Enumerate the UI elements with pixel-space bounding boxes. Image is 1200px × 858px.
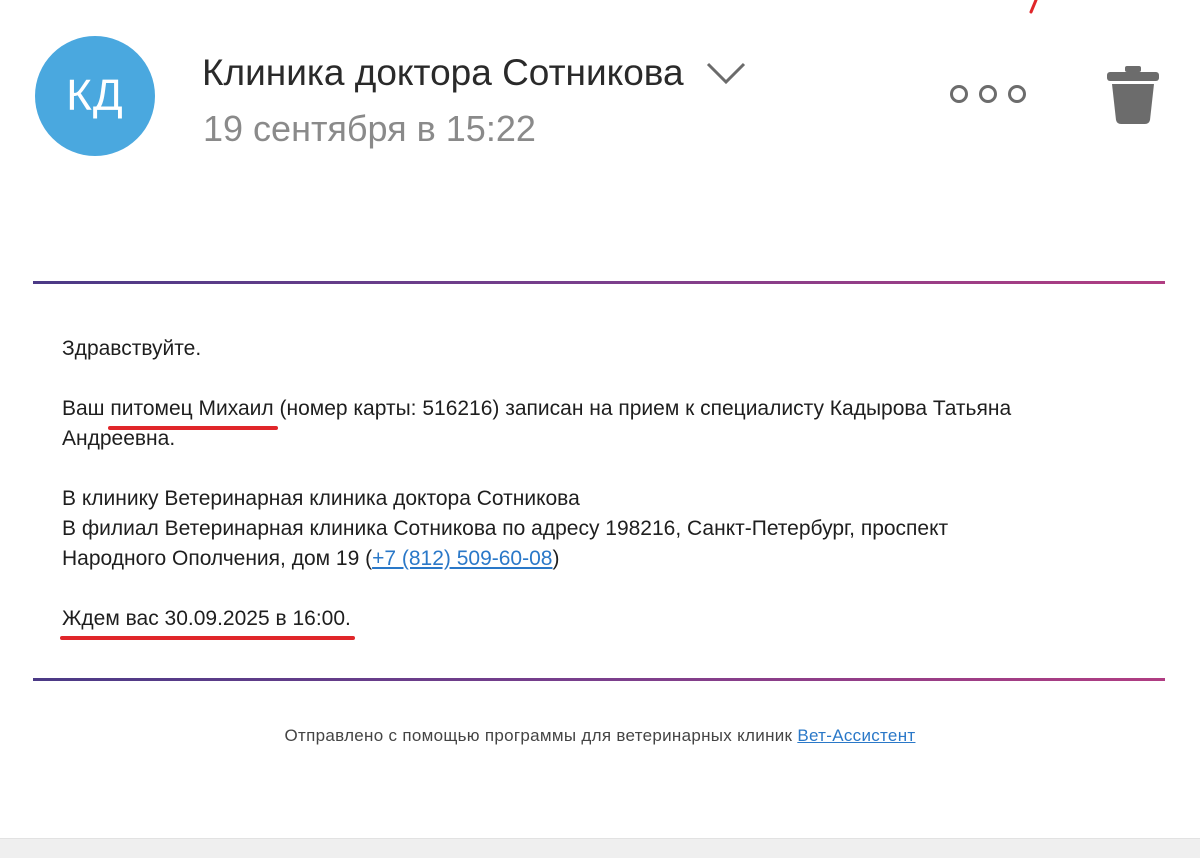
appointment-time-highlight: Ждем вас 30.09.2025 в 16:00. <box>60 604 355 640</box>
address-line: Народного Ополчения, дом 19 ( <box>62 547 373 570</box>
footer-text: Отправлено с помощью программы для ветер… <box>284 726 798 745</box>
red-underline-annotation <box>60 636 355 640</box>
annotation-mark <box>1029 0 1038 14</box>
chevron-down-icon[interactable] <box>706 60 746 86</box>
trash-icon[interactable] <box>1104 64 1162 126</box>
specialist-name-end: Андреевна. <box>62 427 176 450</box>
clinic-paragraph: В клинику Ветеринарная клиника доктора С… <box>62 484 1142 574</box>
pet-name-highlight: питомец Михаил <box>108 394 278 430</box>
footer: Отправлено с помощью программы для ветер… <box>0 726 1200 746</box>
appointment-time: Ждем вас 30.09.2025 в 16:00. <box>62 607 351 630</box>
divider-top <box>33 281 1165 284</box>
more-dot <box>979 85 997 103</box>
greeting: Здравствуйте. <box>62 337 202 360</box>
message-date: 19 сентября в 15:22 <box>203 108 536 149</box>
more-options-icon[interactable] <box>950 78 1026 110</box>
text-fragment: (номер карты: 516216) записан на прием к… <box>273 397 1012 420</box>
avatar[interactable]: КД <box>35 36 155 156</box>
address-close-paren: ) <box>552 547 560 570</box>
appointment-paragraph: Ваш питомец Михаил (номер карты: 516216)… <box>62 394 1142 454</box>
text-fragment: Ваш <box>62 397 111 420</box>
clinic-line: В клинику Ветеринарная клиника доктора С… <box>62 487 580 510</box>
sender-name[interactable]: Клиника доктора Сотникова <box>202 52 684 94</box>
message-body: Здравствуйте. Ваш питомец Михаил (номер … <box>60 334 1142 640</box>
divider-bottom <box>33 678 1165 681</box>
message-header: КД Клиника доктора Сотникова 19 сентября… <box>0 0 1200 200</box>
more-dot <box>950 85 968 103</box>
avatar-initials: КД <box>66 71 124 120</box>
appointment-time-paragraph: Ждем вас 30.09.2025 в 16:00. <box>60 604 1142 640</box>
sender-row[interactable]: Клиника доктора Сотникова <box>202 52 746 94</box>
phone-link[interactable]: +7 (812) 509-60-08 <box>372 547 552 570</box>
pet-name: питомец Михаил <box>110 397 274 420</box>
red-underline-annotation <box>108 426 278 430</box>
branch-line: В филиал Ветеринарная клиника Сотникова … <box>62 517 949 540</box>
more-dot <box>1008 85 1026 103</box>
bottom-bar <box>0 838 1200 858</box>
vet-assistant-link[interactable]: Вет-Ассистент <box>797 726 915 745</box>
